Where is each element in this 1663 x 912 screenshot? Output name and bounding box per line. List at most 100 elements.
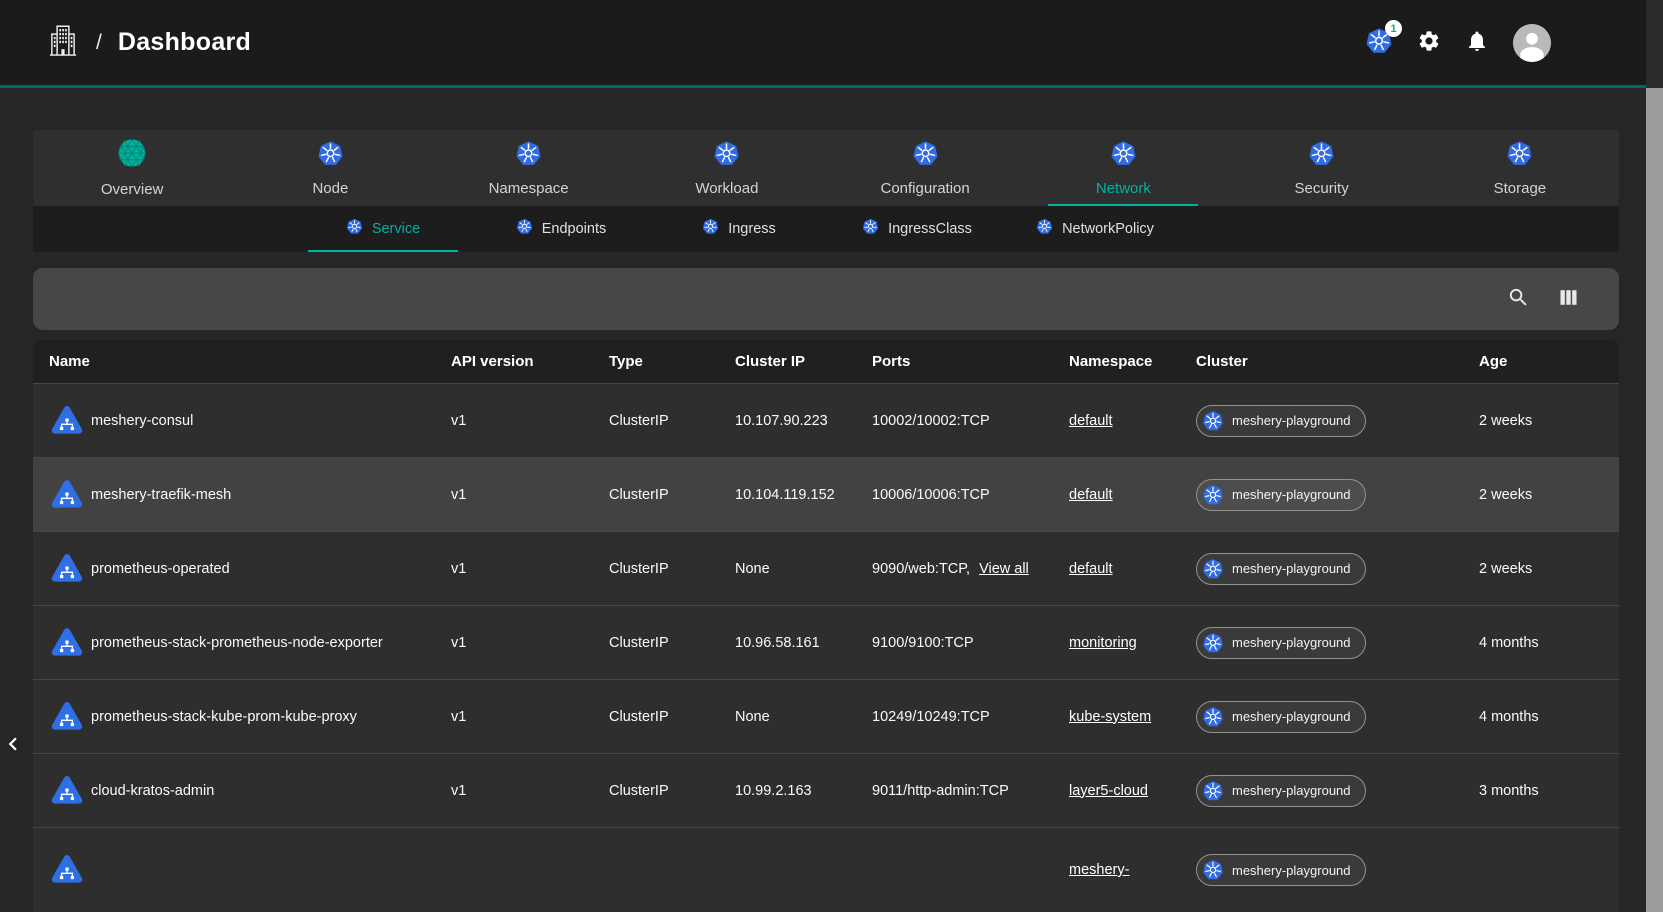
tab-network[interactable]: Network	[1024, 130, 1222, 206]
namespace-cell: layer5-cloud	[1069, 783, 1196, 799]
age: 4 months	[1446, 709, 1619, 725]
column-header-cluster[interactable]: Cluster	[1196, 353, 1446, 370]
app-header: / Dashboard 1	[0, 0, 1663, 85]
cluster-chip[interactable]: meshery-playground	[1196, 479, 1366, 511]
column-header-type[interactable]: Type	[609, 353, 735, 370]
search-button[interactable]	[1507, 286, 1530, 312]
header-actions: 1	[1365, 24, 1551, 62]
table-header-row: NameAPI versionTypeCluster IPPortsNamesp…	[33, 340, 1619, 383]
page-scrollbar-track	[1646, 0, 1663, 912]
cluster-chip[interactable]: meshery-playground	[1196, 553, 1366, 585]
namespace-cell: monitoring	[1069, 635, 1196, 651]
tab-node[interactable]: Node	[231, 130, 429, 206]
cluster-cell: meshery-playground	[1196, 854, 1446, 886]
service-type: ClusterIP	[609, 561, 735, 577]
namespace-link[interactable]: meshery-	[1069, 862, 1129, 878]
cluster-name: meshery-playground	[1232, 561, 1351, 576]
subtab-service[interactable]: Service	[294, 206, 472, 252]
meshery-logo-icon	[117, 138, 147, 173]
view-columns-button[interactable]	[1556, 285, 1581, 313]
column-header-namespace[interactable]: Namespace	[1069, 353, 1196, 370]
ports: 9100/9100:TCP	[872, 635, 974, 651]
tab-security[interactable]: Security	[1223, 130, 1421, 206]
ports: 10002/10002:TCP	[872, 413, 990, 429]
cluster-chip[interactable]: meshery-playground	[1196, 701, 1366, 733]
cluster-cell: meshery-playground	[1196, 405, 1446, 437]
name-cell: cloud-kratos-admin	[33, 773, 451, 809]
view-all-link[interactable]: View all	[979, 561, 1029, 577]
service-name: cloud-kratos-admin	[91, 783, 214, 799]
drawer-collapse-button[interactable]	[0, 729, 28, 761]
cluster-ip: None	[735, 561, 872, 577]
api-version: v1	[451, 561, 609, 577]
subtab-ingressclass[interactable]: IngressClass	[828, 206, 1006, 252]
kubernetes-icon	[713, 140, 740, 172]
kubernetes-icon	[1202, 706, 1224, 728]
subtab-networkpolicy[interactable]: NetworkPolicy	[1006, 206, 1184, 252]
user-avatar[interactable]	[1513, 24, 1551, 62]
table-row[interactable]: meshery-consul v1 ClusterIP 10.107.90.22…	[33, 383, 1619, 457]
tab-workload[interactable]: Workload	[628, 130, 826, 206]
notifications-button[interactable]	[1465, 29, 1489, 56]
namespace-link[interactable]: default	[1069, 561, 1113, 577]
namespace-link[interactable]: kube-system	[1069, 709, 1151, 725]
namespace-cell: default	[1069, 561, 1196, 577]
notifications-bell-icon	[1465, 29, 1489, 56]
cluster-ip: None	[735, 709, 872, 725]
tab-label: Storage	[1494, 180, 1547, 197]
tab-label: Overview	[101, 181, 164, 198]
column-header-cluster-ip[interactable]: Cluster IP	[735, 353, 872, 370]
table-row[interactable]: prometheus-operated v1 ClusterIP None 90…	[33, 531, 1619, 605]
namespace-link[interactable]: default	[1069, 413, 1113, 429]
kubernetes-icon	[1308, 140, 1335, 172]
ports: 10249/10249:TCP	[872, 709, 990, 725]
tab-overview[interactable]: Overview	[33, 130, 231, 206]
table-row[interactable]: prometheus-stack-prometheus-node-exporte…	[33, 605, 1619, 679]
namespace-link[interactable]: default	[1069, 487, 1113, 503]
cluster-name: meshery-playground	[1232, 783, 1351, 798]
table-row[interactable]: meshery- meshery-playground	[33, 827, 1619, 912]
api-version: v1	[451, 487, 609, 503]
service-icon	[49, 551, 85, 587]
tab-configuration[interactable]: Configuration	[826, 130, 1024, 206]
chevron-left-icon	[0, 731, 26, 760]
tab-label: Network	[1096, 180, 1151, 197]
namespace-link[interactable]: layer5-cloud	[1069, 783, 1148, 799]
tab-namespace[interactable]: Namespace	[430, 130, 628, 206]
cluster-chip[interactable]: meshery-playground	[1196, 627, 1366, 659]
page-scrollbar-thumb[interactable]	[1646, 88, 1663, 912]
cluster-chip[interactable]: meshery-playground	[1196, 854, 1366, 886]
cluster-chip[interactable]: meshery-playground	[1196, 775, 1366, 807]
tab-label: Configuration	[881, 180, 970, 197]
tab-storage[interactable]: Storage	[1421, 130, 1619, 206]
settings-button[interactable]	[1417, 29, 1441, 56]
settings-gear-icon	[1417, 29, 1441, 56]
namespace-link[interactable]: monitoring	[1069, 635, 1137, 651]
service-icon	[49, 699, 85, 735]
kubernetes-context-button[interactable]: 1	[1365, 27, 1393, 58]
table-row[interactable]: cloud-kratos-admin v1 ClusterIP 10.99.2.…	[33, 753, 1619, 827]
breadcrumb-separator: /	[96, 31, 102, 55]
context-count-badge: 1	[1385, 20, 1402, 37]
subtab-ingress[interactable]: Ingress	[650, 206, 828, 252]
building-icon[interactable]	[46, 23, 80, 62]
table-toolbar	[33, 268, 1619, 330]
table-row[interactable]: meshery-traefik-mesh v1 ClusterIP 10.104…	[33, 457, 1619, 531]
column-header-name[interactable]: Name	[33, 353, 451, 370]
kubernetes-icon	[912, 140, 939, 172]
table-row[interactable]: prometheus-stack-kube-prom-kube-proxy v1…	[33, 679, 1619, 753]
column-header-age[interactable]: Age	[1446, 353, 1619, 370]
column-header-api-version[interactable]: API version	[451, 353, 609, 370]
namespace-cell: default	[1069, 487, 1196, 503]
service-type: ClusterIP	[609, 783, 735, 799]
ports-cell: 10002/10002:TCP	[872, 413, 1069, 429]
subtab-endpoints[interactable]: Endpoints	[472, 206, 650, 252]
age: 2 weeks	[1446, 487, 1619, 503]
cluster-chip[interactable]: meshery-playground	[1196, 405, 1366, 437]
column-header-ports[interactable]: Ports	[872, 353, 1069, 370]
cluster-ip: 10.99.2.163	[735, 783, 872, 799]
kubernetes-icon	[1036, 218, 1053, 240]
service-icon	[49, 625, 85, 661]
service-type: ClusterIP	[609, 635, 735, 651]
name-cell	[33, 852, 451, 888]
